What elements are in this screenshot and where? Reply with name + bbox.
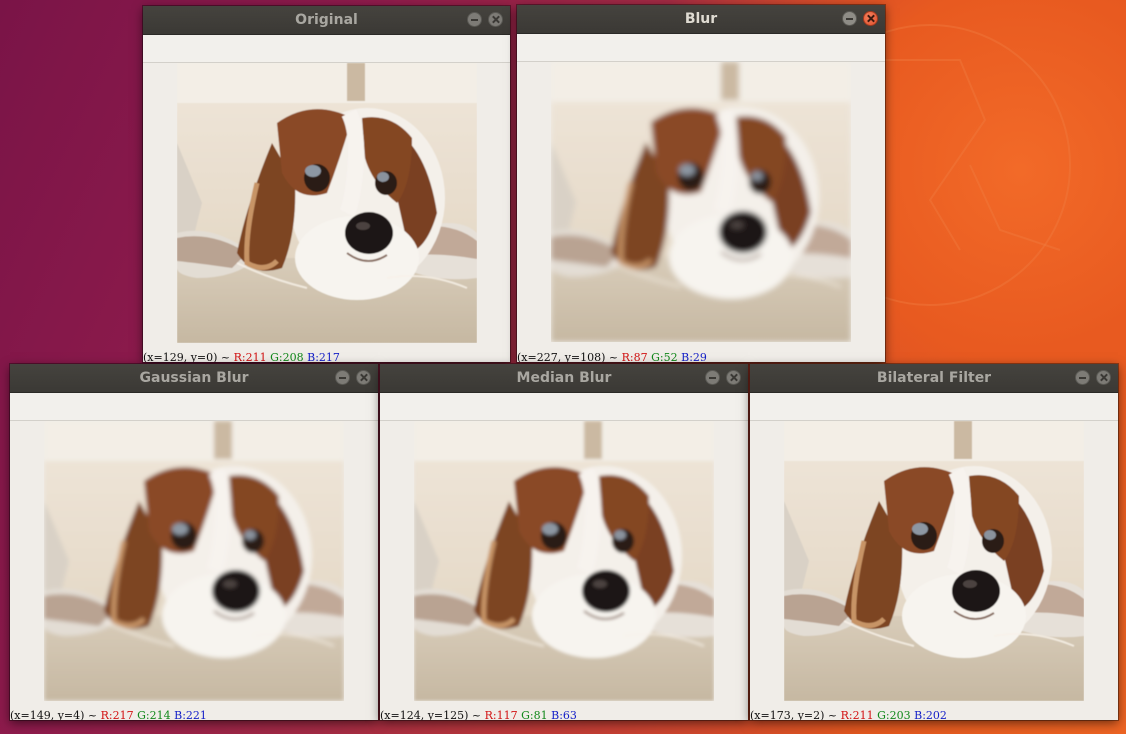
titlebar[interactable]: Blur [517, 5, 885, 34]
close-icon[interactable] [356, 370, 371, 385]
titlebar[interactable]: Bilateral Filter [750, 364, 1118, 393]
status-blue: B:221 [174, 709, 207, 720]
window-title: Blur [684, 11, 718, 27]
status-blue: B:29 [681, 351, 707, 362]
close-icon[interactable] [726, 370, 741, 385]
minimize-icon[interactable] [467, 12, 482, 27]
status-blue: B:202 [914, 709, 947, 720]
dog-image[interactable] [177, 63, 477, 343]
toolbar [380, 393, 748, 421]
dog-image[interactable] [44, 421, 344, 701]
close-icon[interactable] [1096, 370, 1111, 385]
toolbar [143, 35, 510, 63]
status-green: G:203 [877, 709, 911, 720]
minimize-icon[interactable] [1075, 370, 1090, 385]
status-red: R:87 [621, 351, 648, 362]
dog-image[interactable] [551, 62, 851, 342]
status-green: G:214 [137, 709, 171, 720]
status-coords: (x=124, y=125) ~ [380, 709, 485, 720]
status-bar: (x=227, y=108) ~ R:87 G:52 B:29 [517, 351, 707, 362]
window-median-blur: Median Blur (x=124, y=125) ~ R:117 G:81 … [380, 364, 748, 720]
status-coords: (x=129, y=0) ~ [143, 351, 234, 362]
window-blur: Blur (x=227, y=108) ~ R:87 G:52 B:29 [517, 5, 885, 362]
minimize-icon[interactable] [842, 11, 857, 26]
status-bar: (x=124, y=125) ~ R:117 G:81 B:63 [380, 709, 577, 720]
status-red: R:217 [100, 709, 134, 720]
window-title: Original [295, 12, 358, 28]
status-green: G:52 [651, 351, 678, 362]
toolbar [10, 393, 378, 421]
minimize-icon[interactable] [705, 370, 720, 385]
status-green: G:81 [521, 709, 548, 720]
status-green: G:208 [270, 351, 304, 362]
status-coords: (x=227, y=108) ~ [517, 351, 622, 362]
dog-image[interactable] [784, 421, 1084, 701]
window-bilateral-filter: Bilateral Filter (x=173, y=2) ~ R:211 G:… [750, 364, 1118, 720]
minimize-icon[interactable] [335, 370, 350, 385]
status-red: R:211 [840, 709, 874, 720]
window-title: Gaussian Blur [139, 370, 249, 386]
status-coords: (x=149, y=4) ~ [10, 709, 101, 720]
status-bar: (x=173, y=2) ~ R:211 G:203 B:202 [750, 709, 947, 720]
status-coords: (x=173, y=2) ~ [750, 709, 841, 720]
window-gaussian-blur: Gaussian Blur (x=149, y=4) ~ R:217 G:214… [10, 364, 378, 720]
titlebar[interactable]: Original [143, 6, 510, 35]
status-blue: B:217 [307, 351, 340, 362]
close-icon[interactable] [488, 12, 503, 27]
dog-image[interactable] [414, 421, 714, 701]
close-icon[interactable] [863, 11, 878, 26]
toolbar [750, 393, 1118, 421]
status-blue: B:63 [551, 709, 577, 720]
toolbar [517, 34, 885, 62]
window-original: Original (x=129, y=0) ~ R:211 G:208 B:21… [143, 6, 510, 362]
status-red: R:211 [233, 351, 267, 362]
status-bar: (x=149, y=4) ~ R:217 G:214 B:221 [10, 709, 207, 720]
status-bar: (x=129, y=0) ~ R:211 G:208 B:217 [143, 351, 340, 362]
titlebar[interactable]: Median Blur [380, 364, 748, 393]
window-title: Bilateral Filter [876, 370, 992, 386]
titlebar[interactable]: Gaussian Blur [10, 364, 378, 393]
status-red: R:117 [484, 709, 518, 720]
window-title: Median Blur [516, 370, 612, 386]
